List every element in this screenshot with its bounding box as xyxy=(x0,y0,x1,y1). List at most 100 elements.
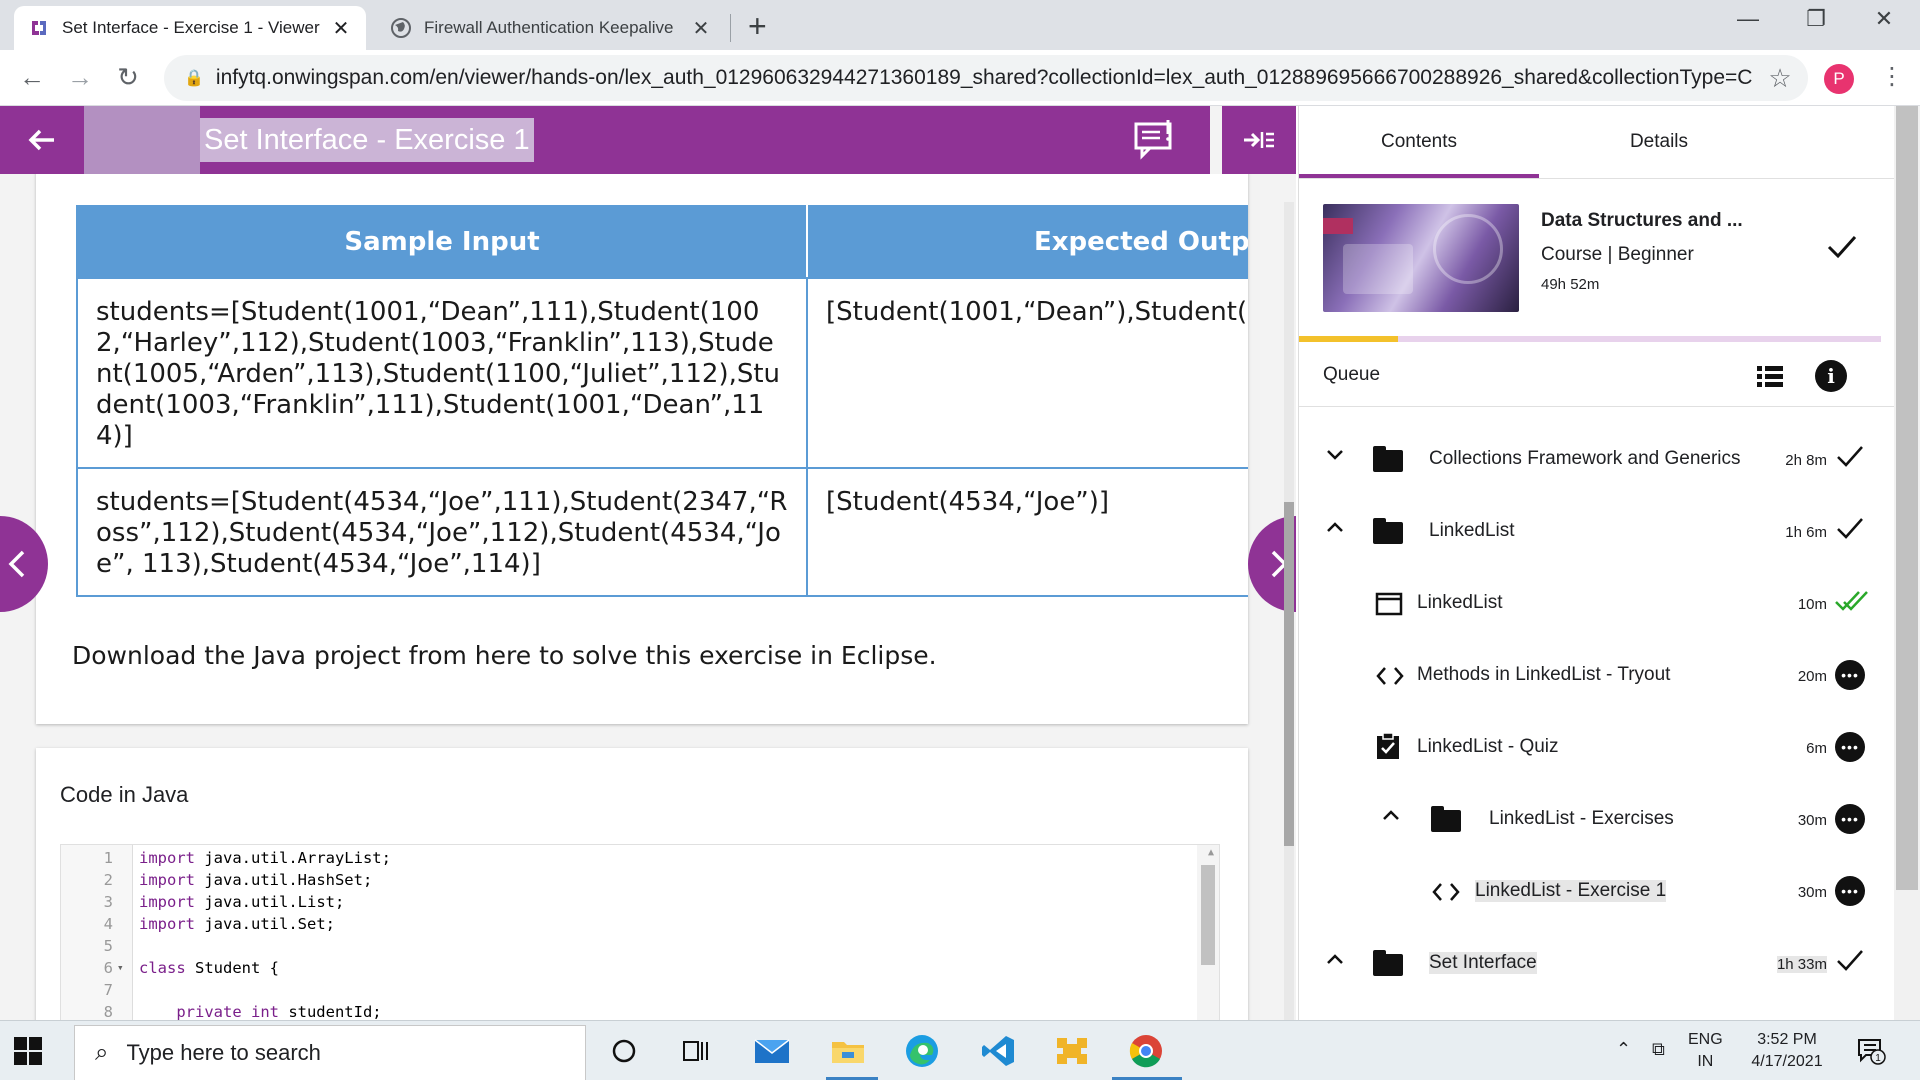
language-indicator[interactable]: ENG IN xyxy=(1688,1029,1723,1073)
double-check-icon[interactable] xyxy=(1835,588,1868,618)
queue-item-label[interactable]: LinkedList - Exercise 1 xyxy=(1475,880,1667,902)
code-line[interactable]: 7 xyxy=(61,979,1161,1001)
queue-item-label[interactable]: LinkedList xyxy=(1417,592,1503,614)
notification-icon[interactable]: 1 xyxy=(1856,1035,1886,1065)
queue-item[interactable]: LinkedList 1h 6m xyxy=(1299,504,1894,560)
tab-contents[interactable]: Contents xyxy=(1299,106,1539,178)
back-icon[interactable]: ← xyxy=(16,62,48,93)
more-options-icon[interactable]: ••• xyxy=(1835,876,1865,906)
browser-tab-inactive[interactable]: Firewall Authentication Keepalive ✕ xyxy=(376,6,726,50)
close-tab-icon[interactable]: ✕ xyxy=(330,16,352,41)
folder-icon xyxy=(1373,446,1403,472)
check-icon[interactable] xyxy=(1835,948,1865,978)
viewer-content[interactable]: Sample Input Expected Outpu students=[St… xyxy=(0,174,1296,1020)
scroll-up-arrow-icon[interactable]: ▲ xyxy=(1208,847,1214,858)
queue-item-label[interactable]: Set Interface xyxy=(1429,952,1537,974)
queue-item-label[interactable]: LinkedList - Exercises xyxy=(1489,808,1674,830)
more-options-icon[interactable]: ••• xyxy=(1835,732,1865,762)
queue-item[interactable]: LinkedList - Exercise 1 30m ••• xyxy=(1299,864,1894,920)
browser-tab-active[interactable]: Set Interface - Exercise 1 - Viewer ✕ xyxy=(14,6,366,50)
clock-date: 4/17/2021 xyxy=(1751,1053,1823,1070)
code-rest: java.util.List; xyxy=(195,893,345,911)
chevron-up-icon[interactable] xyxy=(1323,520,1347,538)
lock-icon[interactable]: 🔒 xyxy=(184,68,204,88)
restore-icon[interactable]: ❐ xyxy=(1786,6,1846,32)
reload-icon[interactable]: ↻ xyxy=(112,62,144,93)
chrome-icon[interactable] xyxy=(1126,1031,1166,1071)
code-line[interactable]: 1 import java.util.ArrayList; xyxy=(61,847,1161,869)
file-explorer-icon[interactable] xyxy=(828,1031,868,1071)
forward-icon[interactable]: → xyxy=(64,62,96,93)
fold-arrow-icon[interactable]: ▾ xyxy=(117,957,124,979)
code-line[interactable]: 8 private int studentId; xyxy=(61,1001,1161,1020)
browser-menu-icon[interactable]: ⋮ xyxy=(1880,62,1904,91)
line-number: 4 xyxy=(103,915,113,933)
queue-item[interactable]: LinkedList 10m xyxy=(1299,576,1894,632)
queue-item[interactable]: Methods in LinkedList - Tryout 20m ••• xyxy=(1299,648,1894,704)
editor-scroll-thumb[interactable] xyxy=(1201,865,1215,965)
system-clock[interactable]: 3:52 PM 4/17/2021 xyxy=(1738,1029,1836,1073)
check-icon[interactable] xyxy=(1835,516,1865,546)
url-text[interactable]: infytq.onwingspan.com/en/viewer/hands-on… xyxy=(216,66,1752,90)
address-bar[interactable]: 🔒 infytq.onwingspan.com/en/viewer/hands-… xyxy=(164,55,1808,101)
queue-item[interactable]: Set Interface 1h 33m xyxy=(1299,936,1894,992)
list-view-icon[interactable] xyxy=(1757,364,1783,388)
tab-details[interactable]: Details xyxy=(1539,106,1779,178)
viewer-back-button[interactable] xyxy=(0,106,84,174)
queue-item-duration: 2h 8m xyxy=(1785,452,1827,469)
vscode-icon[interactable] xyxy=(978,1031,1018,1071)
more-options-icon[interactable]: ••• xyxy=(1835,660,1865,690)
tab-title: Firewall Authentication Keepalive xyxy=(424,18,674,37)
course-thumbnail[interactable] xyxy=(1323,204,1519,312)
code-line[interactable]: 2 import java.util.HashSet; xyxy=(61,869,1161,891)
table-header-input: Sample Input xyxy=(76,205,808,279)
queue-item[interactable]: Collections Framework and Generics 2h 8m xyxy=(1299,432,1894,488)
minimize-icon[interactable]: — xyxy=(1718,6,1778,32)
course-duration: 49h 52m xyxy=(1541,276,1600,293)
queue-item[interactable]: LinkedList - Exercises 30m ••• xyxy=(1299,792,1894,848)
app-icon[interactable] xyxy=(1052,1031,1092,1071)
mail-icon[interactable] xyxy=(752,1031,792,1071)
taskbar-search[interactable]: ⌕ Type here to search xyxy=(74,1025,586,1080)
info-icon[interactable]: i xyxy=(1815,360,1847,392)
feedback-icon[interactable] xyxy=(1132,120,1176,160)
code-line[interactable]: 4 import java.util.Set; xyxy=(61,913,1161,935)
queue-item-label[interactable]: Methods in LinkedList - Tryout xyxy=(1417,664,1670,686)
download-instruction[interactable]: Download the Java project from here to s… xyxy=(72,641,937,670)
bookmark-star-icon[interactable]: ☆ xyxy=(1752,63,1808,94)
panel-scroll-thumb[interactable] xyxy=(1896,106,1918,890)
course-title[interactable]: Data Structures and ... xyxy=(1541,210,1743,232)
code-line[interactable]: 5 xyxy=(61,935,1161,957)
queue-item[interactable]: LinkedList - Quiz 6m ••• xyxy=(1299,720,1894,776)
viewer-scroll-thumb[interactable] xyxy=(1284,502,1294,846)
more-options-icon[interactable]: ••• xyxy=(1835,804,1865,834)
chevron-up-icon[interactable] xyxy=(1379,808,1403,826)
code-line[interactable]: 3 import java.util.List; xyxy=(61,891,1161,913)
code-editor[interactable]: 1 import java.util.ArrayList; 2 import java… xyxy=(60,844,1220,1020)
close-window-icon[interactable]: ✕ xyxy=(1854,6,1914,32)
editor-scrollbar[interactable]: ▲ xyxy=(1197,845,1219,1020)
device-icon[interactable]: ⧉ xyxy=(1652,1039,1665,1060)
profile-avatar[interactable]: P xyxy=(1824,64,1854,94)
code-text: import java.util.Set; xyxy=(139,913,335,935)
code-text: import java.util.HashSet; xyxy=(139,869,372,891)
viewer-header-bar: Set Interface - Exercise 1 xyxy=(0,106,1210,174)
queue-item-label[interactable]: Collections Framework and Generics xyxy=(1429,448,1741,470)
cortana-icon[interactable] xyxy=(604,1031,644,1071)
code-text: import java.util.ArrayList; xyxy=(139,847,391,869)
queue-item-label[interactable]: LinkedList xyxy=(1429,520,1515,542)
collapse-panel-button[interactable] xyxy=(1222,106,1296,174)
lang-code: ENG xyxy=(1688,1031,1723,1048)
close-tab-icon[interactable]: ✕ xyxy=(690,16,712,41)
windows-start-icon[interactable] xyxy=(14,1037,42,1065)
task-view-icon[interactable] xyxy=(676,1031,716,1071)
code-line[interactable]: 6 ▾ class Student { xyxy=(61,957,1161,979)
chevron-up-icon[interactable] xyxy=(1323,952,1347,970)
check-icon[interactable] xyxy=(1835,444,1865,474)
chevron-down-icon[interactable] xyxy=(1323,448,1347,466)
edge-icon[interactable] xyxy=(902,1031,942,1071)
table-row: students=[Student(4534,“Joe”,111),Studen… xyxy=(76,467,1248,597)
show-hidden-icons-icon[interactable]: ⌃ xyxy=(1616,1039,1631,1060)
queue-item-label[interactable]: LinkedList - Quiz xyxy=(1417,736,1559,758)
new-tab-icon[interactable]: + xyxy=(748,8,767,45)
